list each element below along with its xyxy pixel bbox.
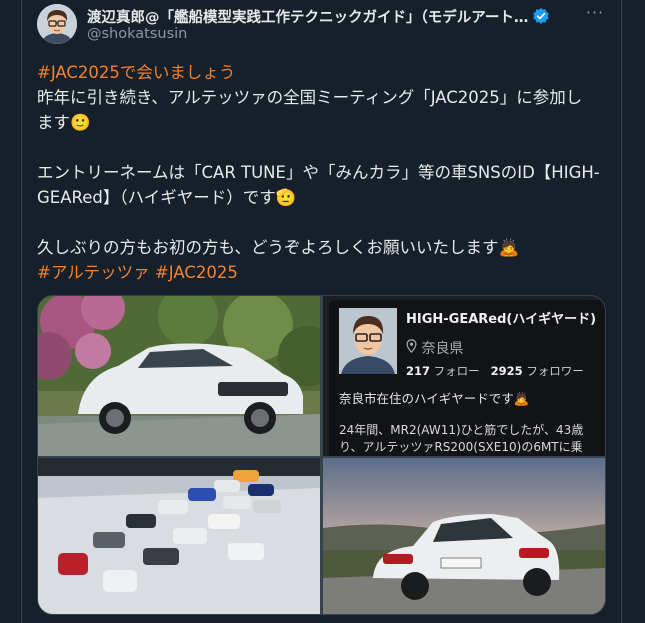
hashtag-link[interactable]: #JAC2025で会いましょう bbox=[37, 63, 235, 82]
following-count: 217 bbox=[406, 364, 431, 378]
right-column-edge bbox=[621, 0, 645, 623]
more-icon[interactable]: ··· bbox=[584, 5, 606, 24]
profile-card-avatar bbox=[339, 308, 397, 374]
location-pin-icon bbox=[406, 339, 421, 357]
left-column-edge bbox=[0, 0, 22, 623]
profile-card-bio-more: 24年間、MR2(AW11)ひと筋でしたが、43歳 り、アルテッツァRS200(… bbox=[339, 422, 583, 456]
author-handle[interactable]: @shokatsusin bbox=[87, 26, 187, 42]
author-display-name[interactable]: 渡辺真郎@「艦船模型実践工作テクニックガイド」（モデルアート… bbox=[87, 6, 528, 27]
media-profile-screenshot[interactable]: HIGH-GEARed(ハイギヤード) 奈良県 217 フォロー 2925 フォ… bbox=[323, 296, 605, 456]
media-photo-car-front[interactable] bbox=[38, 296, 320, 456]
profile-card-location-text: 奈良県 bbox=[421, 341, 464, 357]
tweet-line: 久しぶりの方もお初の方も、どうぞよろしくお願いいたします🙇 bbox=[37, 238, 520, 257]
followers-label: フォロワー bbox=[526, 364, 584, 378]
tweet-line: 昨年に引き続き、アルテッツァの全国ミーティング「JAC2025」に参加し bbox=[37, 88, 583, 107]
media-photo-model-cars[interactable] bbox=[38, 458, 320, 614]
profile-card-follow-stats: 217 フォロー 2925 フォロワー bbox=[406, 363, 584, 379]
media-grid: HIGH-GEARed(ハイギヤード) 奈良県 217 フォロー 2925 フォ… bbox=[37, 295, 606, 615]
media-photo-car-rear[interactable] bbox=[323, 458, 605, 614]
tweet-line: エントリーネームは「CAR TUNE」や「みんカラ」等の車SNSのID【HIGH… bbox=[37, 163, 600, 182]
profile-card-bio-line: 24年間、MR2(AW11)ひと筋でしたが、43歳 bbox=[339, 423, 584, 437]
verified-badge-icon bbox=[532, 7, 550, 25]
profile-card: HIGH-GEARed(ハイギヤード) 奈良県 217 フォロー 2925 フォ… bbox=[329, 300, 605, 456]
profile-card-name: HIGH-GEARed(ハイギヤード) bbox=[406, 312, 597, 327]
followers-count: 2925 bbox=[490, 364, 523, 378]
tweet-text: #JAC2025で会いましょう 昨年に引き続き、アルテッツァの全国ミーティング「… bbox=[37, 60, 609, 285]
tweet-line: ます🙂 bbox=[37, 113, 91, 132]
hashtag-link[interactable]: #アルテッツァ bbox=[37, 263, 150, 282]
following-label: フォロー bbox=[433, 364, 480, 378]
profile-card-bio-line: り、アルテッツァRS200(SXE10)の6MTに乗 bbox=[339, 440, 583, 454]
author-avatar[interactable] bbox=[37, 4, 77, 44]
hashtag-link[interactable]: #JAC2025 bbox=[155, 263, 238, 282]
profile-card-location: 奈良県 bbox=[406, 338, 463, 358]
profile-card-bio: 奈良市在住のハイギヤードです🙇 bbox=[339, 391, 530, 406]
tweet-line: GEARed】（ハイギヤード）です🫡 bbox=[37, 188, 297, 207]
